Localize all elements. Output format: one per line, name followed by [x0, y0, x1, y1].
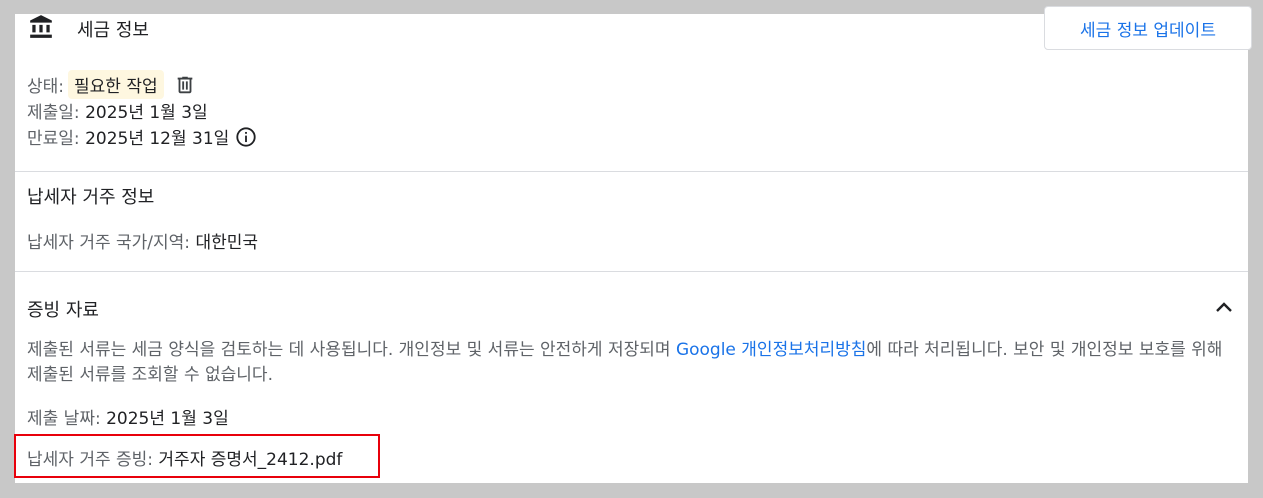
submitted-label: 제출일:: [27, 103, 80, 123]
residency-country-row: 납세자 거주 국가/지역: 대한민국: [27, 228, 258, 253]
documents-section-title: 증빙 자료: [27, 300, 99, 321]
residency-proof-label: 납세자 거주 증빙:: [27, 450, 154, 470]
documents-description: 제출된 서류는 세금 양식을 검토하는 데 사용됩니다. 개인정보 및 서류는 …: [27, 338, 1242, 388]
status-label: 상태:: [27, 77, 65, 97]
residency-section-title: 납세자 거주 정보: [27, 187, 155, 208]
info-icon[interactable]: [235, 126, 257, 148]
chevron-up-icon[interactable]: [1212, 296, 1236, 320]
expiry-value: 2025년 12월 31일: [85, 129, 230, 149]
residency-country-value: 대한민국: [195, 233, 258, 253]
privacy-policy-link[interactable]: Google 개인정보처리방침: [676, 340, 866, 360]
residency-proof-row: 납세자 거주 증빙: 거주자 증명서_2412.pdf: [27, 445, 342, 470]
divider: [15, 171, 1248, 172]
expiry-row: 만료일: 2025년 12월 31일: [27, 124, 257, 149]
residency-country-label: 납세자 거주 국가/지역:: [27, 233, 191, 253]
description-text: 제출된 서류는 세금 양식을 검토하는 데 사용됩니다. 개인정보 및 서류는 …: [27, 340, 676, 360]
trash-icon[interactable]: [174, 74, 196, 96]
status-badge: 필요한 작업: [68, 70, 164, 99]
submission-date-row: 제출 날짜: 2025년 1월 3일: [27, 404, 229, 429]
expiry-label: 만료일:: [27, 129, 80, 149]
divider: [15, 271, 1248, 272]
status-row: 상태: 필요한 작업: [27, 70, 196, 99]
submitted-value: 2025년 1월 3일: [85, 103, 208, 123]
bank-icon: [30, 15, 52, 38]
page-title: 세금 정보: [77, 20, 149, 41]
submission-date-value: 2025년 1월 3일: [106, 409, 229, 429]
submitted-row: 제출일: 2025년 1월 3일: [27, 98, 208, 123]
update-tax-info-button[interactable]: 세금 정보 업데이트: [1044, 6, 1252, 50]
submission-date-label: 제출 날짜:: [27, 409, 101, 429]
residency-proof-file: 거주자 증명서_2412.pdf: [158, 450, 343, 470]
